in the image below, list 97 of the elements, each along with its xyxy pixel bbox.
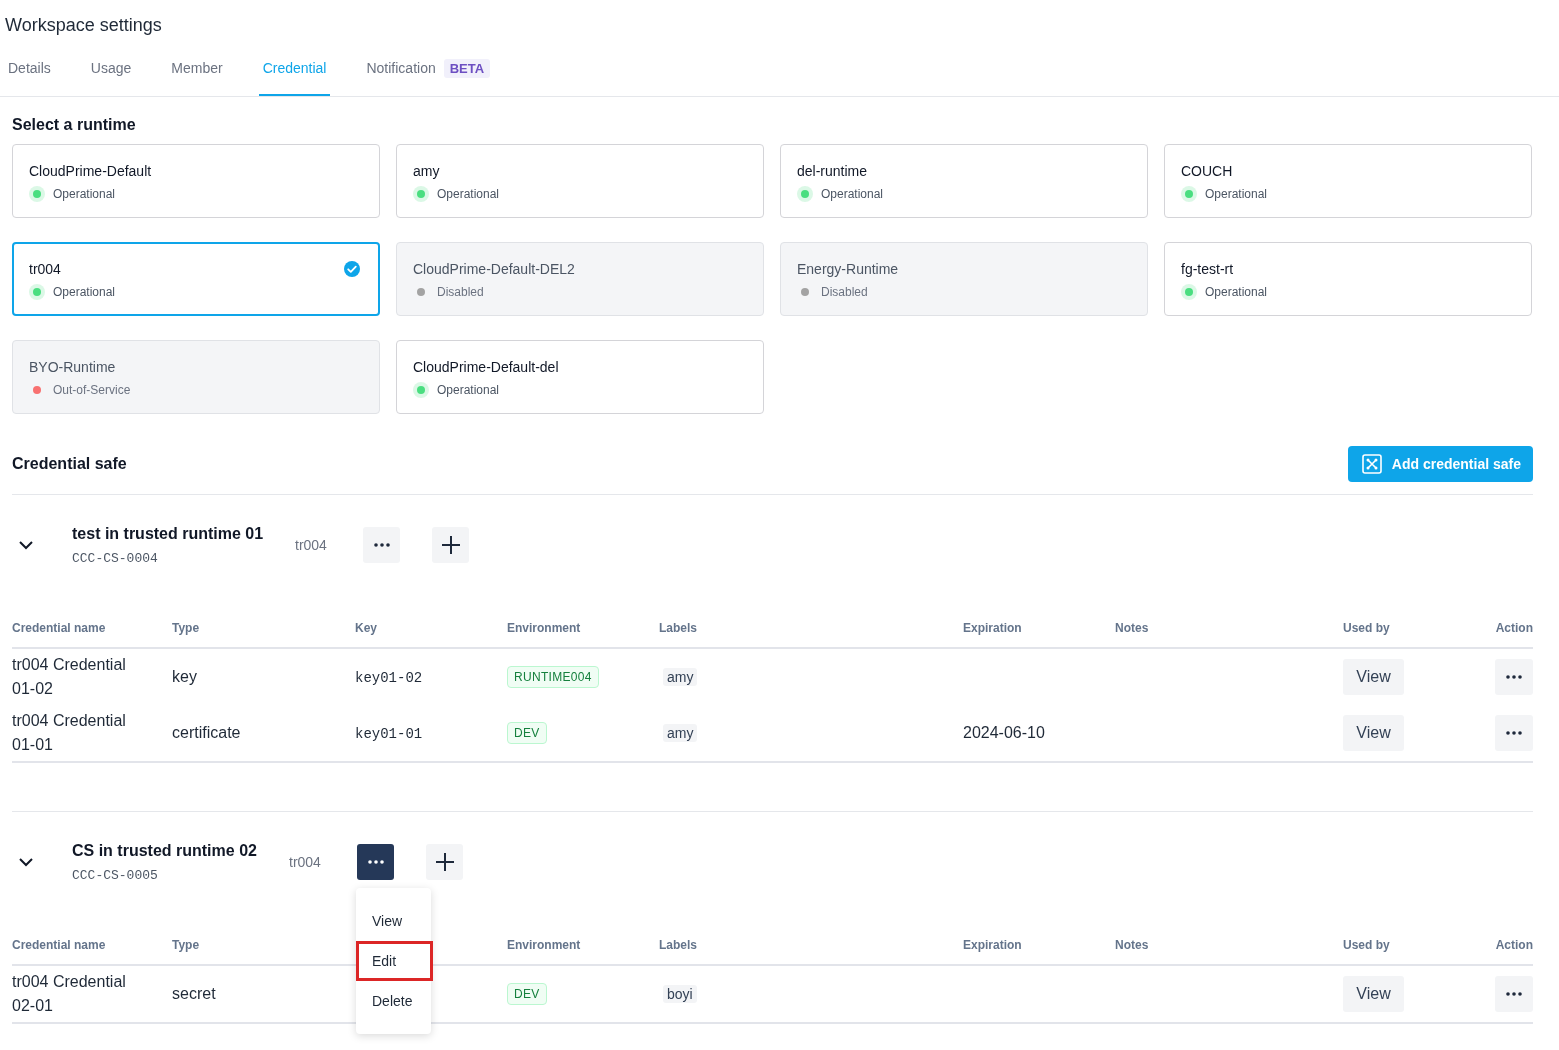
safe-name: CS in trusted runtime 02 [72,841,258,860]
status-text: Operational [821,187,884,201]
runtime-name: BYO-Runtime [29,359,116,375]
runtime-label: tr004 [295,537,328,553]
status-text: Out-of-Service [53,383,131,397]
column-header: Notes [1115,938,1150,952]
environment-tag: RUNTIME004 [507,666,599,688]
more-button[interactable] [1495,659,1533,695]
check-icon [343,260,361,278]
safe-code: CCC-CS-0004 [72,550,159,566]
column-header: Environment [507,621,582,635]
more-icon [373,543,390,547]
column-header: Action [1495,938,1533,952]
column-header: Type [172,938,201,952]
runtime-card[interactable]: del-runtime Operational [780,144,1148,218]
more-icon [1506,992,1522,996]
column-header: Key [355,621,378,635]
status-text: Disabled [821,285,868,299]
key-text: key01-01 [355,726,423,742]
safe-icon [1361,454,1382,474]
credential-name: tr004 Credential 02-01 [12,972,127,1016]
more-button[interactable] [1495,715,1533,751]
type-text: certificate [172,724,241,741]
tab[interactable]: Member [167,42,227,96]
runtime-name: CloudPrime-Default [29,163,152,179]
runtime-name: CloudPrime-Default-del [413,359,559,375]
runtime-name: fg-test-rt [1181,261,1234,277]
plus-icon [440,535,461,555]
runtime-name: amy [413,163,440,179]
status-text: Operational [437,383,500,397]
type-text: key [172,668,197,685]
column-header: Expiration [963,621,1023,635]
more-button[interactable] [363,527,400,563]
runtime-card[interactable]: CloudPrime-Default Operational [12,144,380,218]
status-text: Operational [437,187,500,201]
column-header: Used by [1343,621,1391,635]
type-text: secret [172,985,216,1002]
column-header: Labels [659,938,698,952]
plus-icon [434,852,455,872]
safe-name: test in trusted runtime 01 [72,524,265,543]
runtime-card[interactable]: COUCH Operational [1164,144,1532,218]
column-header: Environment [507,938,582,952]
tab[interactable]: Usage [86,42,136,96]
runtime-name: tr004 [29,261,61,277]
menu-item[interactable]: Delete [356,981,431,1021]
more-icon [1506,675,1522,679]
label-tag: amy [663,668,698,686]
status-text: Operational [53,187,116,201]
menu-item[interactable]: View [356,901,431,941]
runtime-label: tr004 [289,854,322,870]
column-header: Notes [1115,621,1150,635]
add-button[interactable] [432,527,469,563]
column-header: Labels [659,621,698,635]
credential-name: tr004 Credential 01-01 [12,711,127,755]
column-header: Credential name [12,938,107,952]
view-button[interactable]: View [1343,659,1404,695]
column-header: Expiration [963,938,1023,952]
add-button[interactable] [426,844,463,880]
more-button[interactable] [1495,976,1533,1012]
status-text: Operational [1205,285,1268,299]
section-title: Credential safe [12,455,127,473]
status-text: Operational [1205,187,1268,201]
runtime-name: del-runtime [797,163,868,179]
runtime-card[interactable]: CloudPrime-Default-del Operational [396,340,764,414]
runtime-name: Energy-Runtime [797,261,899,277]
column-header: Action [1495,621,1533,635]
view-button[interactable]: View [1343,715,1404,751]
more-icon [1506,731,1522,735]
more-button[interactable] [357,844,394,880]
runtime-card[interactable]: amy Operational [396,144,764,218]
tab[interactable]: Notification BETA [362,42,495,96]
key-text: key01-02 [355,670,423,686]
environment-tag: DEV [507,983,547,1005]
column-header: Used by [1343,938,1391,952]
tab[interactable]: Details [4,42,55,96]
chevron-icon[interactable] [18,857,34,867]
runtime-card[interactable]: tr004 Operational [12,242,380,316]
menu-item[interactable]: Edit [356,941,433,981]
expiration-date: 2024-06-10 [963,724,1045,741]
column-header: Type [172,621,201,635]
chevron-icon[interactable] [18,540,34,550]
runtime-name: CloudPrime-Default-DEL2 [413,261,575,277]
safe-code: CCC-CS-0005 [72,867,159,883]
page-title: Workspace settings [4,14,163,37]
more-icon [367,860,384,864]
runtime-card[interactable]: fg-test-rt Operational [1164,242,1532,316]
credential-name: tr004 Credential 01-02 [12,655,127,699]
status-text: Operational [53,285,116,299]
section-title: Select a runtime [12,116,137,134]
runtime-name: COUCH [1181,163,1233,179]
label-tag: amy [663,724,698,742]
view-button[interactable]: View [1343,976,1404,1012]
label-tag: boyi [663,985,697,1003]
environment-tag: DEV [507,722,547,744]
beta-badge: BETA [443,58,491,78]
column-header: Credential name [12,621,107,635]
status-text: Disabled [437,285,484,299]
